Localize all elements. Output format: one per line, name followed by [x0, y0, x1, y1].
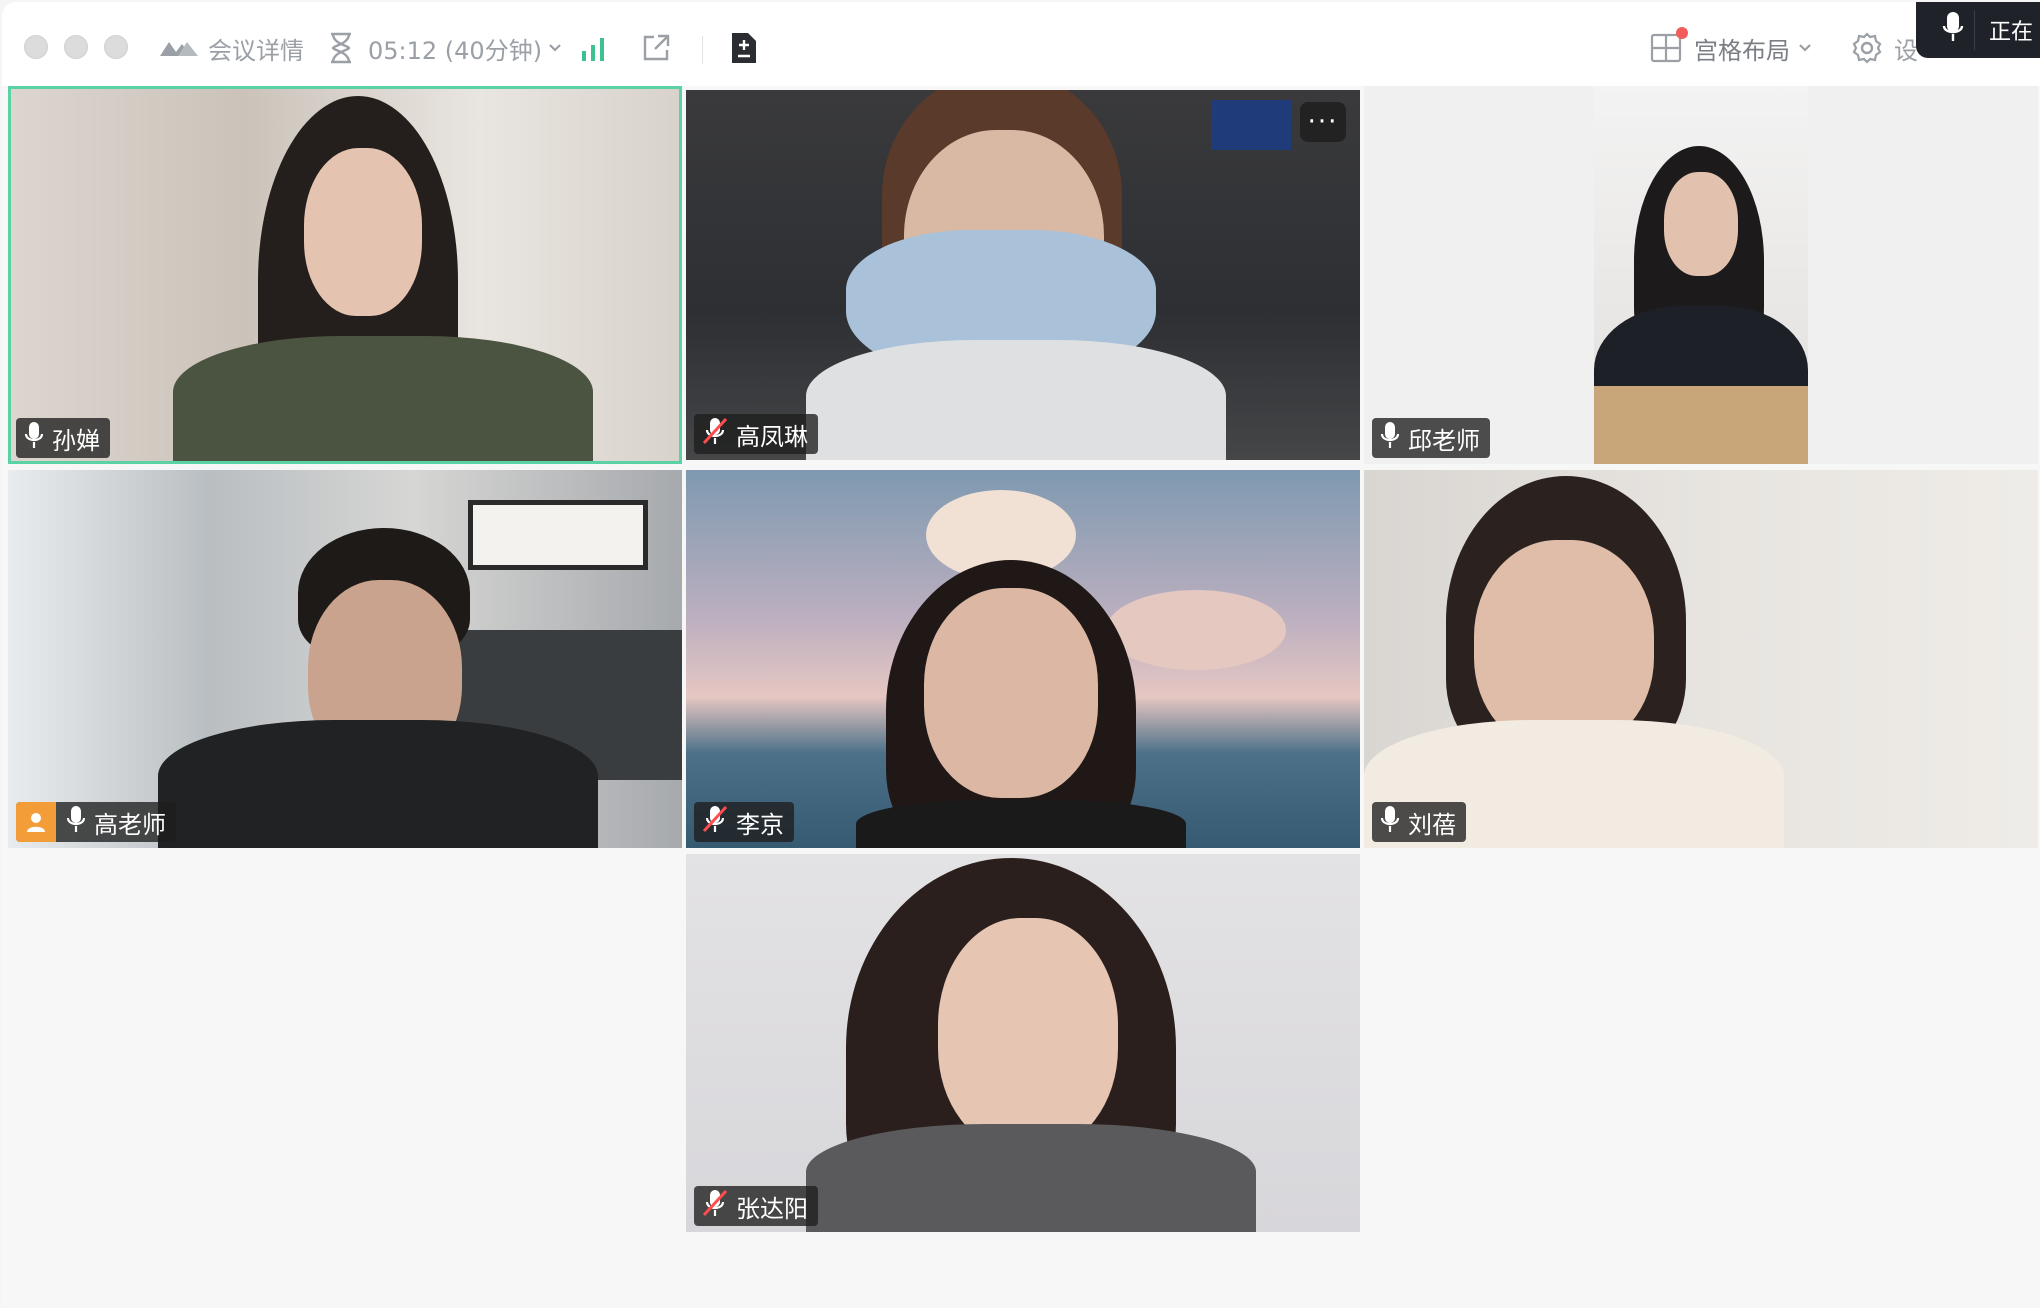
microphone-icon	[1380, 805, 1400, 839]
video-tile[interactable]: 高老师	[8, 470, 682, 848]
meeting-details-button[interactable]: 会议详情	[158, 28, 304, 68]
settings-label: 设	[1894, 36, 1918, 65]
top-toolbar: 会议详情 05:12 (40分钟) 宫格布局 设 正在	[2, 2, 2040, 86]
participant-name: 邱老师	[1408, 426, 1480, 455]
recording-indicator[interactable]: 正在	[1916, 2, 2040, 58]
chevron-down-icon	[1798, 43, 1812, 53]
chevron-down-icon	[548, 43, 562, 53]
gear-icon	[1850, 31, 1884, 65]
person-icon	[27, 813, 45, 832]
participant-name: 刘蓓	[1408, 810, 1456, 839]
window-minimize-button[interactable]	[64, 35, 88, 59]
participant-name: 高老师	[94, 810, 166, 839]
participant-name-tag: 邱老师	[1372, 418, 1490, 458]
participant-name-tag: 张达阳	[694, 1186, 818, 1226]
window-maximize-button[interactable]	[104, 35, 128, 59]
grid-layout-icon	[1650, 27, 1688, 63]
microphone-icon	[24, 421, 44, 455]
timer-label: 05:12 (40分钟)	[368, 36, 543, 65]
participant-name: 张达阳	[736, 1194, 808, 1223]
microphone-icon	[66, 805, 86, 839]
layout-label: 宫格布局	[1694, 36, 1790, 65]
participant-name-tag: 刘蓓	[1372, 802, 1466, 842]
notification-dot	[1676, 27, 1688, 39]
microphone-muted-icon	[702, 805, 728, 839]
participant-name: 孙婵	[52, 426, 100, 455]
video-feed	[1594, 86, 1808, 464]
network-signal-icon[interactable]	[580, 28, 610, 68]
video-tile[interactable]: 张达阳	[686, 854, 1360, 1232]
video-tile[interactable]: 孙婵	[8, 86, 682, 464]
recording-label: 正在	[1989, 20, 2034, 45]
layout-selector-button[interactable]: 宫格布局	[1650, 27, 1812, 68]
meeting-details-label: 会议详情	[208, 36, 304, 65]
microphone-icon	[1942, 10, 1964, 50]
meeting-window: 会议详情 05:12 (40分钟) 宫格布局 设 正在 孙婵 ··· 高凤琳 邱…	[2, 2, 2040, 1308]
video-tile[interactable]: ··· 高凤琳	[686, 90, 1360, 460]
meeting-timer[interactable]: 05:12 (40分钟)	[328, 28, 562, 68]
video-tile[interactable]: 邱老师	[1364, 86, 2038, 464]
participant-name: 高凤琳	[736, 422, 808, 451]
host-badge	[16, 802, 56, 842]
share-external-icon[interactable]	[640, 28, 672, 68]
participant-name-tag: 高凤琳	[694, 414, 818, 454]
microphone-icon	[1380, 421, 1400, 455]
participant-name-tag: 李京	[694, 802, 794, 842]
video-tile[interactable]: 刘蓓	[1364, 470, 2038, 848]
participant-name-tag: 高老师	[16, 802, 176, 842]
hourglass-icon	[328, 32, 354, 64]
participant-name: 李京	[736, 810, 784, 839]
microphone-muted-icon	[702, 1189, 728, 1223]
settings-button[interactable]: 设	[1850, 28, 1918, 68]
meeting-logo-icon	[158, 36, 200, 60]
toolbar-divider	[702, 36, 703, 64]
participant-name-tag: 孙婵	[16, 418, 110, 458]
microphone-muted-icon	[702, 417, 728, 451]
notes-document-icon[interactable]	[730, 28, 758, 68]
more-options-button[interactable]: ···	[1300, 102, 1346, 142]
window-close-button[interactable]	[24, 35, 48, 59]
video-tile[interactable]: 李京	[686, 470, 1360, 848]
